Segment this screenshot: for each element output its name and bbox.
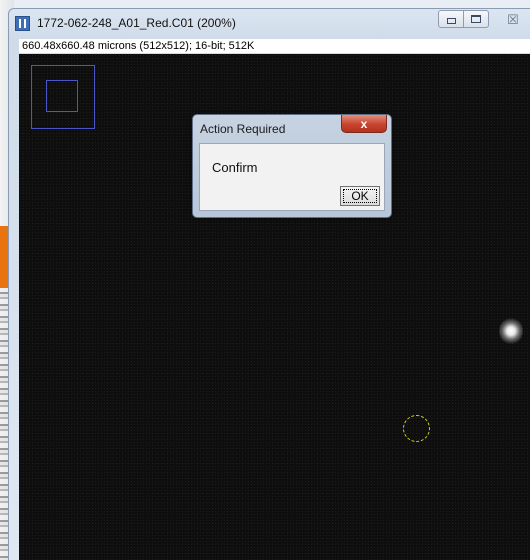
- action-required-dialog: Action Required x Confirm OK: [192, 114, 392, 218]
- roi-circle[interactable]: [403, 415, 430, 442]
- imagej-app-icon[interactable]: [15, 16, 30, 31]
- ok-button[interactable]: OK: [340, 186, 380, 206]
- dialog-body: Confirm OK: [199, 143, 385, 211]
- image-info-bar: 660.48x660.48 microns (512x512); 16-bit;…: [19, 39, 530, 53]
- minimize-button[interactable]: [438, 10, 464, 28]
- maximize-button[interactable]: [463, 10, 489, 28]
- close-icon: ☒: [507, 11, 519, 27]
- bright-spot: [499, 317, 523, 345]
- close-button[interactable]: ☒: [497, 10, 529, 28]
- close-icon: x: [360, 116, 368, 131]
- image-window: 1772-062-248_A01_Red.C01 (200%) ☒ 660.48…: [8, 8, 530, 560]
- zoom-navigator-viewport[interactable]: [46, 80, 78, 112]
- maximize-icon: [471, 15, 481, 23]
- minimize-icon: [446, 17, 456, 24]
- window-title: 1772-062-248_A01_Red.C01 (200%): [37, 16, 236, 30]
- dialog-title: Action Required: [200, 122, 286, 136]
- dialog-message: Confirm: [212, 160, 258, 175]
- title-bar[interactable]: 1772-062-248_A01_Red.C01 (200%) ☒: [9, 9, 530, 39]
- dialog-close-button[interactable]: x: [341, 115, 387, 133]
